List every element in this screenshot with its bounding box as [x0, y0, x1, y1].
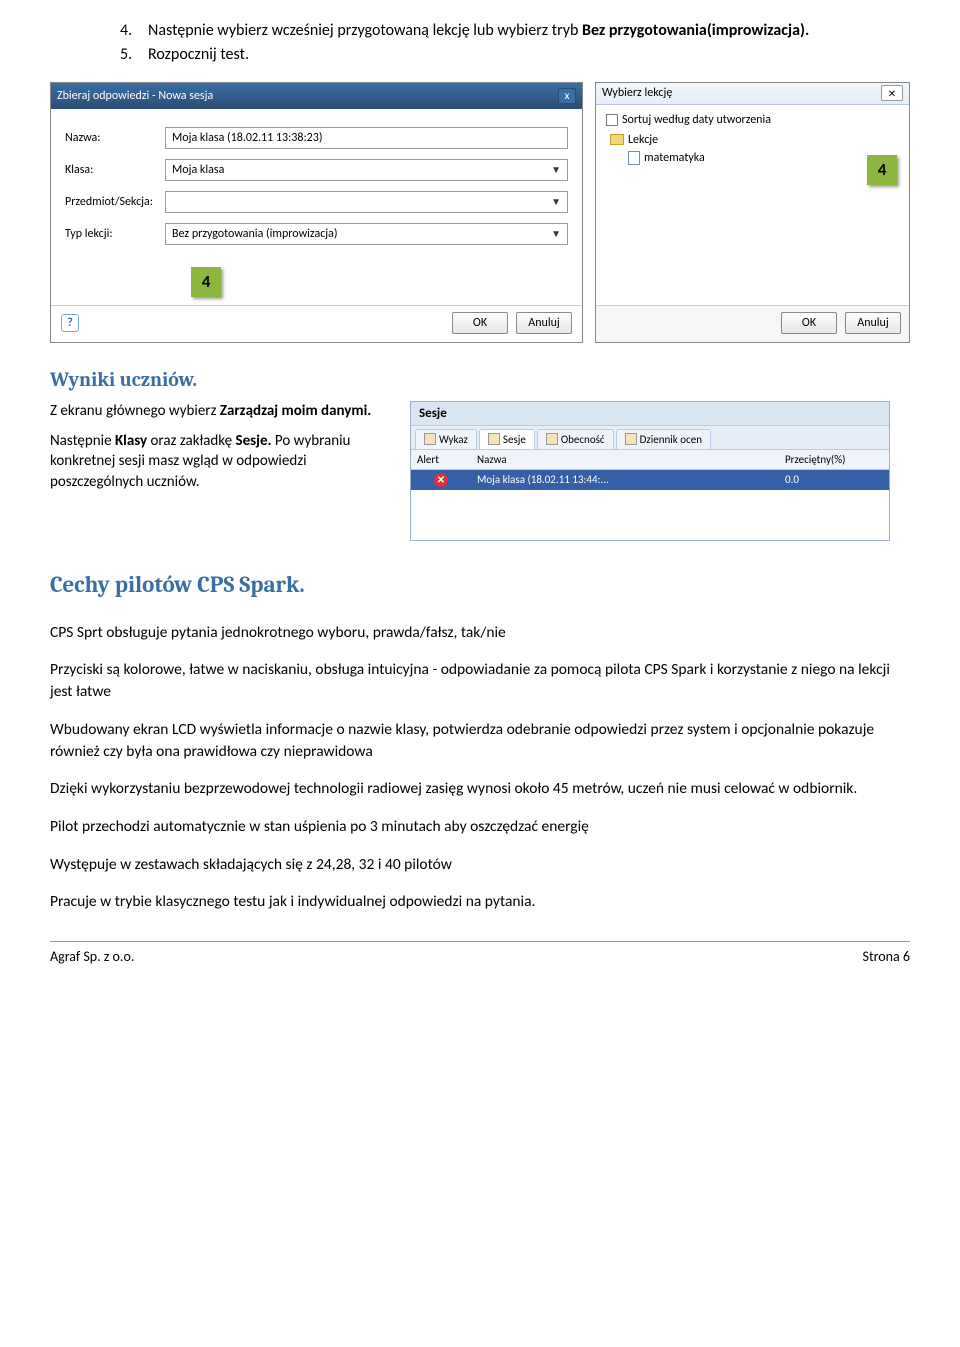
- tab-obecnosc[interactable]: Obecność: [537, 429, 614, 449]
- dialog-title: Wybierz lekcję: [602, 86, 672, 100]
- col-przecietny: Przeciętny(%): [779, 450, 889, 469]
- text-fragment: oraz zakładkę: [147, 432, 235, 450]
- col-alert: Alert: [411, 450, 471, 469]
- heading-cechy-pilotow: Cechy pilotów CPS Spark.: [50, 571, 910, 598]
- text-bold: Zarządzaj moim danymi.: [220, 402, 371, 420]
- col-nazwa: Nazwa: [471, 450, 779, 469]
- text-fragment: Następnie wybierz wcześniej przygotowaną…: [148, 21, 582, 40]
- help-icon[interactable]: ?: [61, 314, 79, 332]
- checkbox-icon: [606, 114, 618, 126]
- tree-item-matematyka[interactable]: matematyka: [628, 151, 899, 165]
- tree-item-label: matematyka: [644, 151, 705, 165]
- titlebar: Zbieraj odpowiedzi - Nowa sesja x: [51, 83, 582, 109]
- select-typ[interactable]: Bez przygotowania (improwizacja) ▼: [165, 223, 568, 245]
- chevron-down-icon: ▼: [551, 227, 561, 240]
- label-klasa: Klasa:: [65, 163, 165, 177]
- tree-folder-lekcje[interactable]: Lekcje: [610, 133, 899, 147]
- text-bold: Bez przygotowania(improwizacja).: [582, 21, 809, 40]
- tab-label: Dziennik ocen: [640, 433, 702, 446]
- chevron-down-icon: ▼: [551, 163, 561, 176]
- dialog-select-lesson: Wybierz lekcję ✕ Sortuj według daty utwo…: [595, 82, 910, 343]
- panel-title: Sesje: [411, 402, 889, 426]
- form-row-nazwa: Nazwa: Moja klasa (18.02.11 13:38:23): [65, 127, 568, 149]
- ok-button[interactable]: OK: [781, 312, 837, 334]
- select-value: Bez przygotowania (improwizacja): [172, 227, 338, 241]
- label-typ: Typ lekcji:: [65, 227, 165, 241]
- callout-4: 4: [191, 267, 221, 297]
- close-button[interactable]: x: [558, 88, 576, 104]
- form-row-typ: Typ lekcji: Bez przygotowania (improwiza…: [65, 223, 568, 245]
- table-header: Alert Nazwa Przeciętny(%): [411, 450, 889, 470]
- panel-sesje: Sesje Wykaz Sesje Obecność Dziennik ocen…: [410, 401, 890, 541]
- tab-label: Wykaz: [439, 433, 468, 446]
- cell-nazwa: Moja klasa (18.02.11 13:44:...: [471, 470, 779, 490]
- text-bold: Klasy: [115, 432, 147, 450]
- document-icon: [628, 151, 640, 165]
- form-row-klasa: Klasa: Moja klasa ▼: [65, 159, 568, 181]
- tab-icon: [424, 433, 436, 445]
- paragraph: Przyciski są kolorowe, łatwe w naciskani…: [50, 659, 910, 702]
- close-button[interactable]: ✕: [881, 85, 903, 101]
- dialog-title: Zbieraj odpowiedzi - Nowa sesja: [57, 89, 213, 103]
- tab-icon: [488, 433, 500, 445]
- tab-sesje[interactable]: Sesje: [479, 429, 535, 449]
- text-fragment: Z ekranu głównego wybierz: [50, 402, 220, 420]
- list-item-5: 5. Rozpocznij test.: [120, 44, 910, 66]
- text-fragment: Następnie: [50, 432, 115, 450]
- folder-label: Lekcje: [628, 133, 658, 147]
- paragraph: Dzięki wykorzystaniu bezprzewodowej tech…: [50, 778, 910, 800]
- cancel-button[interactable]: Anuluj: [516, 312, 572, 334]
- cell-alert: ✕: [411, 470, 471, 490]
- footer-page-number: Strona 6: [863, 948, 910, 965]
- paragraph: Pracuje w trybie klasycznego testu jak i…: [50, 891, 910, 913]
- tab-bar: Wykaz Sesje Obecność Dziennik ocen: [411, 426, 889, 450]
- label-przedmiot: Przedmiot/Sekcja:: [65, 195, 165, 209]
- select-klasa[interactable]: Moja klasa ▼: [165, 159, 568, 181]
- tree-view: Lekcje matematyka: [610, 133, 899, 165]
- tab-label: Sesje: [503, 433, 526, 446]
- dialog-new-session: Zbieraj odpowiedzi - Nowa sesja x Nazwa:…: [50, 82, 583, 343]
- tab-icon: [546, 433, 558, 445]
- item-text: Rozpocznij test.: [148, 44, 249, 66]
- page-footer: Agraf Sp. z o.o. Strona 6: [50, 941, 910, 965]
- tab-dziennik-ocen[interactable]: Dziennik ocen: [616, 429, 711, 449]
- tab-icon: [625, 433, 637, 445]
- table-row[interactable]: ✕ Moja klasa (18.02.11 13:44:... 0.0: [411, 470, 889, 490]
- instruction-list: 4. Następnie wybierz wcześniej przygotow…: [50, 20, 910, 67]
- checkbox-label: Sortuj według daty utworzenia: [622, 113, 771, 127]
- paragraph: CPS Sprt obsługuje pytania jednokrotnego…: [50, 622, 910, 644]
- paragraph: Wbudowany ekran LCD wyświetla informacje…: [50, 719, 910, 762]
- list-item-4: 4. Następnie wybierz wcześniej przygotow…: [120, 20, 910, 42]
- instruction-text: Z ekranu głównego wybierz Zarządzaj moim…: [50, 401, 390, 502]
- table-empty-area: [411, 490, 889, 540]
- label-nazwa: Nazwa:: [65, 131, 165, 145]
- select-przedmiot[interactable]: ▼: [165, 191, 568, 213]
- ok-button[interactable]: OK: [452, 312, 508, 334]
- error-icon: ✕: [434, 473, 448, 487]
- chevron-down-icon: ▼: [551, 195, 561, 208]
- item-number: 5.: [120, 44, 148, 66]
- select-value: Moja klasa: [172, 163, 224, 177]
- text-bold: Sesje.: [235, 432, 271, 450]
- checkbox-sort-by-date[interactable]: Sortuj według daty utworzenia: [606, 113, 899, 127]
- heading-wyniki-uczniow: Wyniki uczniów.: [50, 368, 910, 391]
- form-row-przedmiot: Przedmiot/Sekcja: ▼: [65, 191, 568, 213]
- folder-icon: [610, 134, 624, 145]
- item-number: 4.: [120, 20, 148, 42]
- callout-4: 4: [867, 155, 897, 185]
- footer-company: Agraf Sp. z o.o.: [50, 948, 134, 965]
- tab-wykaz[interactable]: Wykaz: [415, 429, 477, 449]
- paragraph: Występuje w zestawach składających się z…: [50, 854, 910, 876]
- cell-przecietny: 0.0: [779, 470, 889, 490]
- input-nazwa[interactable]: Moja klasa (18.02.11 13:38:23): [165, 127, 568, 149]
- titlebar: Wybierz lekcję ✕: [596, 83, 909, 105]
- cancel-button[interactable]: Anuluj: [845, 312, 901, 334]
- tab-label: Obecność: [561, 433, 605, 446]
- paragraph: Pilot przechodzi automatycznie w stan uś…: [50, 816, 910, 838]
- input-value: Moja klasa (18.02.11 13:38:23): [172, 131, 323, 145]
- item-text: Następnie wybierz wcześniej przygotowaną…: [148, 20, 809, 42]
